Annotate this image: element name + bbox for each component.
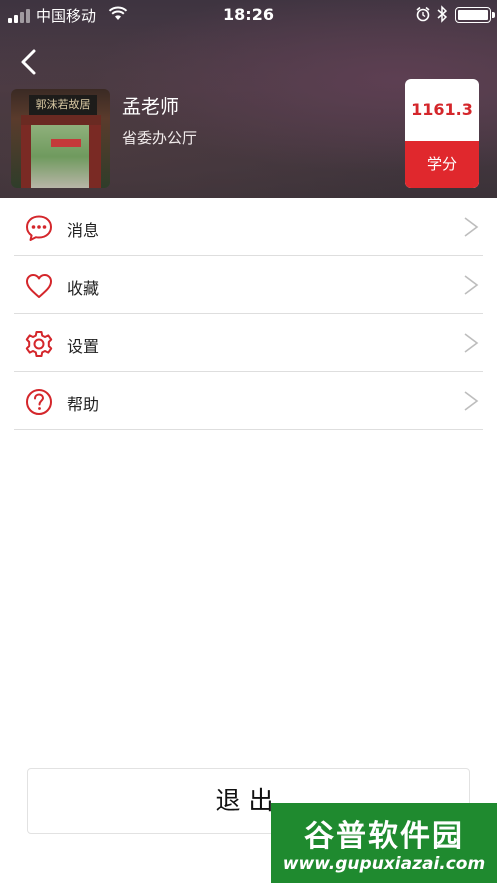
- watermark-url: www.gupuxiazai.com: [282, 854, 486, 874]
- alarm-icon: [416, 6, 430, 22]
- menu-item-favorites[interactable]: 收藏: [0, 256, 497, 314]
- user-name: 孟老师: [122, 96, 180, 118]
- menu-item-label: 收藏: [67, 279, 100, 298]
- menu-item-label: 消息: [67, 221, 100, 240]
- back-arrow-icon[interactable]: [18, 48, 42, 76]
- credit-score-value: 1161.3: [411, 100, 473, 119]
- gear-icon: [25, 331, 53, 357]
- profile-header: 中国移动 18:26 郭沫若故居 孟老师 省委办公厅 1161.3 学分: [0, 0, 497, 198]
- credit-score-card[interactable]: 1161.3 学分: [405, 79, 479, 188]
- chevron-right-icon: [464, 217, 479, 237]
- menu-item-label: 帮助: [67, 395, 100, 414]
- watermark-logo: 谷普软件园 www.gupuxiazai.com: [271, 803, 497, 883]
- chevron-right-icon: [464, 333, 479, 353]
- chevron-right-icon: [464, 391, 479, 411]
- user-organization: 省委办公厅: [122, 129, 198, 147]
- menu-item-label: 设置: [67, 337, 100, 356]
- menu-item-settings[interactable]: 设置: [0, 314, 497, 372]
- avatar-sign-text: 郭沫若故居: [29, 95, 97, 115]
- heart-icon: [26, 274, 52, 298]
- menu-item-help[interactable]: 帮助: [0, 372, 497, 430]
- help-circle-icon: [26, 389, 52, 415]
- battery-icon: [455, 7, 495, 23]
- chevron-right-icon: [464, 275, 479, 295]
- chat-bubble-icon: [26, 215, 52, 241]
- avatar[interactable]: 郭沫若故居: [11, 89, 110, 188]
- menu-item-messages[interactable]: 消息: [0, 198, 497, 256]
- credit-score-label: 学分: [405, 141, 479, 188]
- bluetooth-icon: [437, 5, 447, 23]
- settings-menu: 消息 收藏 设置 帮助: [0, 198, 497, 430]
- status-bar: 中国移动 18:26: [0, 0, 497, 30]
- watermark-text: 谷普软件园: [304, 819, 464, 854]
